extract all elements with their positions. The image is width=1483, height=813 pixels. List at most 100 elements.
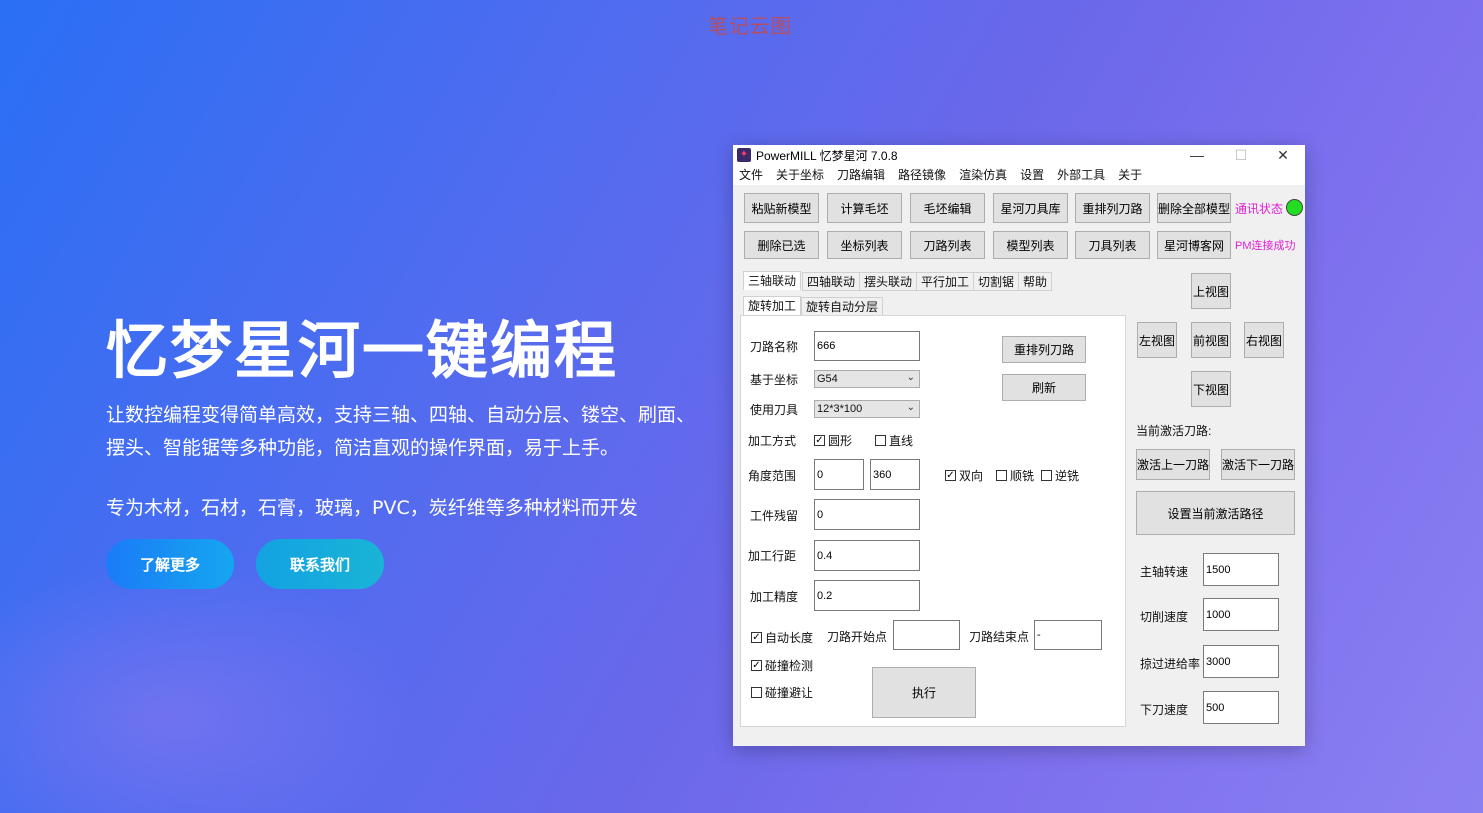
angle-from-input[interactable]: 0 <box>814 459 864 490</box>
angle-label: 角度范围 <box>748 469 797 483</box>
cut-speed-input[interactable]: 1000 <box>1203 598 1279 631</box>
hero-description: 让数控编程变得简单高效，支持三轴、四轴、自动分层、镂空、刷面、摆头、智能锯等多种… <box>106 404 696 459</box>
maximize-icon[interactable]: ☐ <box>1219 145 1263 165</box>
left-view-button[interactable]: 左视图 <box>1137 322 1177 358</box>
method-line-label: 直线 <box>889 434 914 448</box>
background-glow <box>0 560 420 813</box>
learn-more-button[interactable]: 了解更多 <box>106 539 234 589</box>
auto-length-label: 自动长度 <box>765 631 814 645</box>
conventional-checkbox[interactable]: 逆铣 <box>1041 467 1079 484</box>
coord-select[interactable]: G54 ⌄ <box>814 370 920 388</box>
set-active-path-button[interactable]: 设置当前激活路径 <box>1136 491 1295 535</box>
menu-path-mirror[interactable]: 路径镜像 <box>898 165 946 185</box>
hero-title: 忆梦星河一键编程 <box>106 314 619 387</box>
window-title: PowerMILL 忆梦星河 7.0.8 <box>756 149 898 163</box>
menu-bar: 文件 关于坐标 刀路编辑 路径镜像 渲染仿真 设置 外部工具 关于 <box>733 165 1305 185</box>
chevron-down-icon: ⌄ <box>906 402 915 413</box>
stock-label: 工件残留 <box>750 509 799 523</box>
next-path-button[interactable]: 激活下一刀路 <box>1221 449 1295 480</box>
active-path-label: 当前激活刀路: <box>1136 424 1212 438</box>
delete-selected-button[interactable]: 删除已选 <box>744 231 819 259</box>
menu-render-sim[interactable]: 渲染仿真 <box>959 165 1007 185</box>
collision-check-label: 碰撞检测 <box>765 659 814 673</box>
checkbox-checked-icon: ✓ <box>751 632 762 643</box>
tab-swing-head[interactable]: 摆头联动 <box>859 272 918 291</box>
bottom-view-button[interactable]: 下视图 <box>1191 371 1231 407</box>
method-circle-checkbox[interactable]: ✓ 圆形 <box>814 432 852 449</box>
tab-rotary[interactable]: 旋转加工 <box>743 296 802 315</box>
tab-help[interactable]: 帮助 <box>1018 272 1053 291</box>
start-point-label: 刀路开始点 <box>827 630 888 644</box>
end-point-label: 刀路结束点 <box>969 630 1030 644</box>
start-point-input[interactable] <box>893 620 960 650</box>
front-view-button[interactable]: 前视图 <box>1191 322 1231 358</box>
feed-input[interactable]: 3000 <box>1203 645 1279 678</box>
right-view-button[interactable]: 右视图 <box>1244 322 1284 358</box>
collision-avoid-checkbox[interactable]: 碰撞避让 <box>751 684 813 701</box>
blog-button[interactable]: 星河博客网 <box>1157 231 1231 259</box>
checkbox-checked-icon: ✓ <box>751 660 762 671</box>
climb-label: 顺铣 <box>1010 469 1035 483</box>
model-list-button[interactable]: 模型列表 <box>993 231 1068 259</box>
plunge-input[interactable]: 500 <box>1203 691 1279 724</box>
stock-input[interactable]: 0 <box>814 499 920 530</box>
coord-label: 基于坐标 <box>750 373 799 387</box>
collision-check-checkbox[interactable]: ✓ 碰撞检测 <box>751 657 813 674</box>
menu-about[interactable]: 关于 <box>1118 165 1142 185</box>
paste-model-button[interactable]: 粘贴新模型 <box>744 193 819 223</box>
tab-rotary-layers[interactable]: 旋转自动分层 <box>801 297 884 316</box>
toolpath-list-button[interactable]: 刀路列表 <box>910 231 985 259</box>
both-direction-checkbox[interactable]: ✓ 双向 <box>945 467 983 484</box>
cut-speed-label: 切削速度 <box>1140 610 1189 624</box>
tolerance-input[interactable]: 0.2 <box>814 580 920 611</box>
angle-to-input[interactable]: 360 <box>870 459 920 490</box>
execute-button[interactable]: 执行 <box>872 667 976 718</box>
auto-length-checkbox[interactable]: ✓ 自动长度 <box>751 629 813 646</box>
tab-three-axis[interactable]: 三轴联动 <box>743 271 802 290</box>
method-circle-label: 圆形 <box>828 434 853 448</box>
checkbox-icon <box>1041 470 1052 481</box>
rotary-panel: 刀路名称 666 基于坐标 G54 ⌄ 使用刀具 12*3*100 ⌄ 重排列刀路 … <box>740 315 1126 727</box>
refresh-button[interactable]: 刷新 <box>1002 374 1086 401</box>
menu-settings[interactable]: 设置 <box>1020 165 1044 185</box>
tool-select-value: 12*3*100 <box>817 403 863 415</box>
method-line-checkbox[interactable]: 直线 <box>875 432 913 449</box>
coord-list-button[interactable]: 坐标列表 <box>827 231 902 259</box>
tolerance-label: 加工精度 <box>750 590 799 604</box>
top-view-button[interactable]: 上视图 <box>1191 273 1231 309</box>
feed-label: 掠过进给率 <box>1140 657 1201 671</box>
stock-edit-button[interactable]: 毛坯编辑 <box>910 193 985 223</box>
app-window: ✦ PowerMILL 忆梦星河 7.0.8 — ☐ ✕ 文件 关于坐标 刀路编… <box>733 145 1305 746</box>
tool-select[interactable]: 12*3*100 ⌄ <box>814 400 920 418</box>
close-icon[interactable]: ✕ <box>1261 145 1305 165</box>
tab-parallel[interactable]: 平行加工 <box>916 272 975 291</box>
both-direction-label: 双向 <box>959 469 984 483</box>
spindle-input[interactable]: 1500 <box>1203 553 1279 586</box>
menu-coordinates[interactable]: 关于坐标 <box>776 165 824 185</box>
tab-saw[interactable]: 切割锯 <box>973 272 1020 291</box>
menu-file[interactable]: 文件 <box>739 165 763 185</box>
climb-checkbox[interactable]: 顺铣 <box>996 467 1034 484</box>
toolpath-name-input[interactable]: 666 <box>814 331 920 361</box>
checkbox-icon <box>875 435 886 446</box>
spindle-label: 主轴转速 <box>1140 565 1189 579</box>
end-point-input[interactable]: - <box>1034 620 1102 650</box>
minimize-icon[interactable]: — <box>1175 145 1219 165</box>
menu-external-tools[interactable]: 外部工具 <box>1057 165 1105 185</box>
prev-path-button[interactable]: 激活上一刀路 <box>1136 449 1210 480</box>
coord-select-value: G54 <box>817 373 838 385</box>
menu-toolpath-edit[interactable]: 刀路编辑 <box>837 165 885 185</box>
checkbox-checked-icon: ✓ <box>945 470 956 481</box>
calc-stock-button[interactable]: 计算毛坯 <box>827 193 902 223</box>
reorder-button[interactable]: 重排列刀路 <box>1002 336 1086 363</box>
delete-all-models-button[interactable]: 删除全部模型 <box>1157 193 1231 223</box>
contact-us-button[interactable]: 联系我们 <box>256 539 384 589</box>
status-indicator-icon <box>1286 199 1303 216</box>
tool-list-button[interactable]: 刀具列表 <box>1075 231 1150 259</box>
app-logo-icon: ✦ <box>737 148 751 162</box>
stepover-input[interactable]: 0.4 <box>814 540 920 571</box>
collision-avoid-label: 碰撞避让 <box>765 686 814 700</box>
tab-four-axis[interactable]: 四轴联动 <box>802 272 861 291</box>
reorder-toolpaths-button[interactable]: 重排列刀路 <box>1075 193 1150 223</box>
tool-library-button[interactable]: 星河刀具库 <box>993 193 1068 223</box>
